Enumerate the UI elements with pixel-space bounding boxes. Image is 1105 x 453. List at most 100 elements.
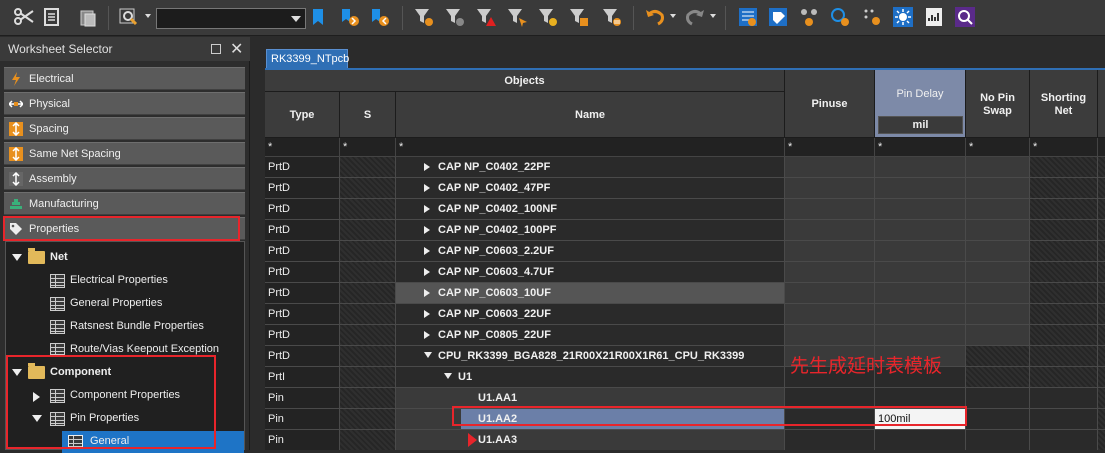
- redo-icon[interactable]: [683, 5, 707, 29]
- chevron-down-icon[interactable]: [710, 14, 716, 18]
- cell-pin-delay[interactable]: [875, 430, 966, 450]
- cell-pin-delay[interactable]: [875, 220, 966, 241]
- cell-shorting-net[interactable]: [1030, 283, 1098, 304]
- cell-pin-delay[interactable]: [875, 199, 966, 220]
- table-row[interactable]: PrtD CAP NP_C0603_4.7UF: [265, 262, 1105, 283]
- cell-s[interactable]: [340, 283, 396, 304]
- copy-icon[interactable]: [40, 5, 64, 29]
- cell-no-pin-swap[interactable]: [966, 199, 1030, 220]
- cell-shorting-net[interactable]: [1030, 220, 1098, 241]
- cell-pinuse[interactable]: [785, 241, 875, 262]
- cell-shorting-net[interactable]: [1030, 430, 1098, 450]
- chevron-right-icon[interactable]: [424, 247, 430, 255]
- chevron-right-icon[interactable]: [424, 331, 430, 339]
- cell-pinuse[interactable]: [785, 304, 875, 325]
- cell-pinuse[interactable]: [785, 325, 875, 346]
- cell-name[interactable]: CAP NP_C0603_2.2UF: [396, 241, 785, 262]
- selector-electrical[interactable]: Electrical: [4, 67, 245, 90]
- undo-icon[interactable]: [643, 5, 667, 29]
- cell-s[interactable]: [340, 199, 396, 220]
- header-pin-delay[interactable]: Pin Delay mil: [875, 70, 966, 138]
- cell-pin-delay[interactable]: [875, 241, 966, 262]
- cell-pin-delay[interactable]: [875, 262, 966, 283]
- cell-shorting-net[interactable]: [1030, 262, 1098, 283]
- table-row[interactable]: PrtD CPU_RK3399_BGA828_21R00X21R00X1R61_C…: [265, 346, 1105, 367]
- filter-clear-icon[interactable]: [443, 5, 467, 29]
- report-icon[interactable]: [922, 5, 946, 29]
- header-type[interactable]: Type: [265, 92, 340, 138]
- cell-name[interactable]: CAP NP_C0603_22UF: [396, 304, 785, 325]
- cell-name[interactable]: U1.AA3: [396, 430, 785, 450]
- filter-shorting-net[interactable]: *: [1030, 138, 1098, 157]
- tree-node-electrical-properties[interactable]: Electrical Properties: [6, 270, 244, 292]
- cell-s[interactable]: [340, 157, 396, 178]
- selector-physical[interactable]: Physical: [4, 92, 245, 115]
- cell-pinuse[interactable]: [785, 178, 875, 199]
- filter-icon[interactable]: [412, 5, 436, 29]
- cell-name[interactable]: CAP NP_C0603_10UF: [396, 283, 785, 304]
- table-row[interactable]: PrtD CAP NP_C0603_22UF: [265, 304, 1105, 325]
- cell-name[interactable]: CAP NP_C0402_100PF: [396, 220, 785, 241]
- cell-s[interactable]: [340, 430, 396, 450]
- worksheet-icon[interactable]: [736, 5, 760, 29]
- chevron-down-icon[interactable]: [291, 16, 301, 22]
- cell-no-pin-swap[interactable]: [966, 409, 1030, 430]
- chevron-right-icon[interactable]: [424, 289, 430, 297]
- cell-shorting-net[interactable]: [1030, 157, 1098, 178]
- cell-pinuse[interactable]: [785, 220, 875, 241]
- cell-no-pin-swap[interactable]: [966, 367, 1030, 388]
- table-row[interactable]: PrtD CAP NP_C0805_22UF: [265, 325, 1105, 346]
- cell-no-pin-swap[interactable]: [966, 304, 1030, 325]
- filter-name[interactable]: *: [396, 138, 785, 157]
- paste-icon[interactable]: [76, 5, 100, 29]
- tag-worksheet-icon[interactable]: [766, 5, 790, 29]
- search-combo[interactable]: [156, 8, 306, 29]
- cell-s[interactable]: [340, 409, 396, 430]
- cell-no-pin-swap[interactable]: [966, 346, 1030, 367]
- cell-name[interactable]: CAP NP_C0402_47PF: [396, 178, 785, 199]
- table-row[interactable]: PrtD CAP NP_C0603_10UF: [265, 283, 1105, 304]
- cell-s[interactable]: [340, 220, 396, 241]
- cell-pin-delay[interactable]: [875, 283, 966, 304]
- table-row[interactable]: PrtD CAP NP_C0603_2.2UF: [265, 241, 1105, 262]
- header-no-pin-swap[interactable]: No Pin Swap: [966, 70, 1030, 138]
- cell-shorting-net[interactable]: [1030, 199, 1098, 220]
- cell-name[interactable]: CAP NP_C0603_4.7UF: [396, 262, 785, 283]
- cell-pin-delay[interactable]: [875, 178, 966, 199]
- chevron-right-icon[interactable]: [424, 226, 430, 234]
- chevron-down-icon[interactable]: [145, 14, 151, 18]
- cell-s[interactable]: [340, 241, 396, 262]
- header-s[interactable]: S: [340, 92, 396, 138]
- chevron-down-icon[interactable]: [12, 254, 22, 261]
- selector-manufacturing[interactable]: Manufacturing: [4, 192, 245, 215]
- zoom-analysis-icon[interactable]: [953, 5, 977, 29]
- constraint-view-icon[interactable]: [828, 5, 852, 29]
- find-icon[interactable]: [117, 5, 141, 29]
- filter-no-pin-swap[interactable]: *: [966, 138, 1030, 157]
- chevron-right-icon[interactable]: [424, 268, 430, 276]
- chevron-down-icon[interactable]: [670, 14, 676, 18]
- selector-spacing[interactable]: Spacing: [4, 117, 245, 140]
- filter-columns-icon[interactable]: [600, 5, 624, 29]
- cell-no-pin-swap[interactable]: [966, 157, 1030, 178]
- cell-s[interactable]: [340, 367, 396, 388]
- scissors-icon[interactable]: [12, 5, 36, 29]
- filter-highlight-icon[interactable]: [536, 5, 560, 29]
- float-pane-icon[interactable]: [211, 44, 221, 54]
- cell-shorting-net[interactable]: [1030, 241, 1098, 262]
- cell-s[interactable]: [340, 388, 396, 409]
- bookmark-next-icon[interactable]: [338, 5, 362, 29]
- header-shorting-net[interactable]: Shorting Net: [1030, 70, 1098, 138]
- filter-s[interactable]: *: [340, 138, 396, 157]
- net-view-icon[interactable]: [797, 5, 821, 29]
- cell-pinuse[interactable]: [785, 262, 875, 283]
- chevron-right-icon[interactable]: [424, 310, 430, 318]
- tab-rk3399-ntpcb[interactable]: RK3399_NTpcb: [266, 49, 349, 69]
- close-icon[interactable]: ✕: [230, 39, 243, 59]
- selector-assembly[interactable]: Assembly: [4, 167, 245, 190]
- bookmark-icon[interactable]: [306, 5, 330, 29]
- filter-type[interactable]: *: [265, 138, 340, 157]
- cell-pin-delay[interactable]: [875, 157, 966, 178]
- cell-s[interactable]: [340, 346, 396, 367]
- chevron-down-icon[interactable]: [444, 373, 452, 379]
